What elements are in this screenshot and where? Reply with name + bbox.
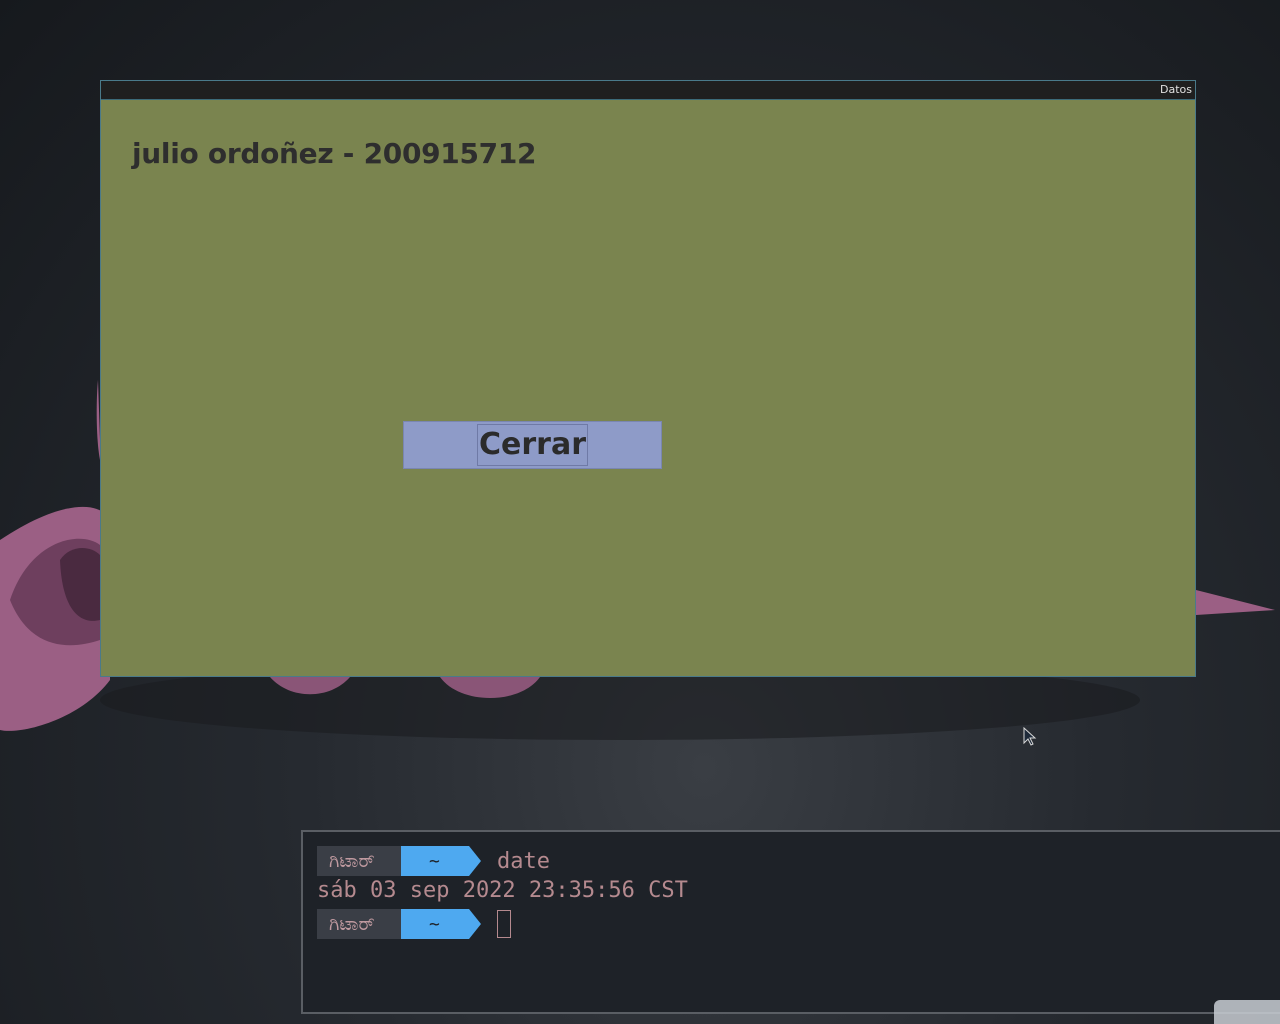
prompt-dir-segment: ~ xyxy=(401,909,469,939)
prompt-arrow-icon xyxy=(469,846,481,876)
prompt-arrow-icon xyxy=(469,909,481,939)
terminal-command: date xyxy=(497,848,550,874)
prompt-dir: ~ xyxy=(429,850,440,872)
terminal-output: sáb 03 sep 2022 23:35:56 CST xyxy=(317,878,688,903)
prompt-user-segment: ಗಿಟಾರ್ xyxy=(317,909,401,939)
terminal-prompt-line: ಗಿಟಾರ್ ~ date xyxy=(317,846,550,876)
prompt-user-segment: ಗಿಟಾರ್ xyxy=(317,846,401,876)
window-title: Datos xyxy=(1160,83,1192,96)
terminal-cursor[interactable] xyxy=(497,910,511,938)
prompt-dir: ~ xyxy=(429,913,440,935)
close-button[interactable]: Cerrar xyxy=(403,421,662,469)
corner-widget[interactable] xyxy=(1214,1000,1280,1024)
prompt-dir-segment: ~ xyxy=(401,846,469,876)
student-name-heading: julio ordoñez - 200915712 xyxy=(132,137,537,170)
mouse-pointer-icon xyxy=(1023,727,1037,746)
terminal-prompt-line-active: ಗಿಟಾರ್ ~ xyxy=(317,909,511,939)
close-button-label: Cerrar xyxy=(477,424,588,466)
terminal-window[interactable]: ಗಿಟಾರ್ ~ date sáb 03 sep 2022 23:35:56 C… xyxy=(301,830,1280,1014)
window-titlebar[interactable]: Datos xyxy=(101,81,1195,100)
datos-window: Datos julio ordoñez - 200915712 Cerrar xyxy=(100,80,1196,677)
